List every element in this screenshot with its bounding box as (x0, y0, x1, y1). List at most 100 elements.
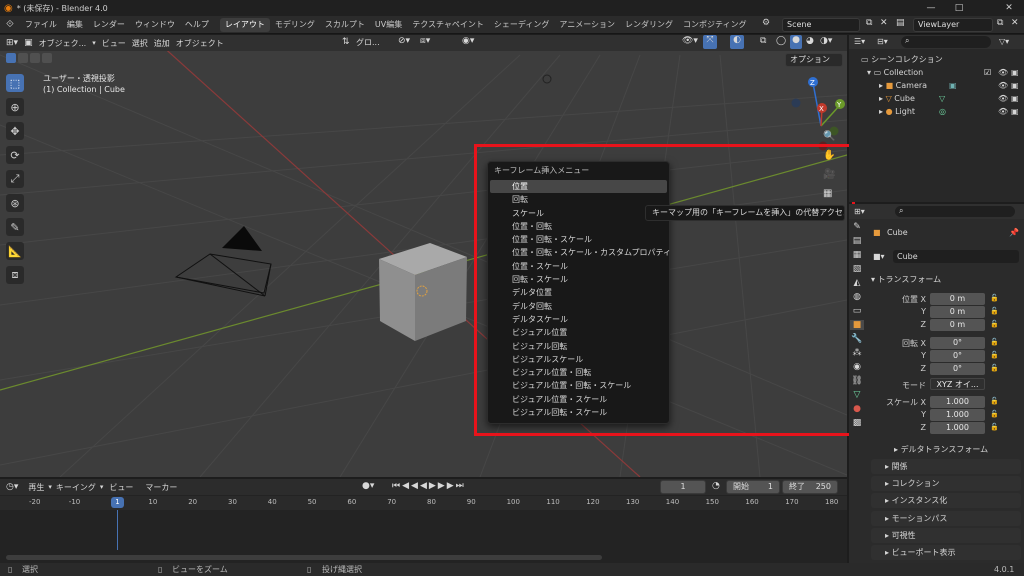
horizontal-scrollbar[interactable] (6, 555, 602, 560)
rotation-y-field[interactable]: 0° (930, 350, 985, 362)
overlay-toggle-icon[interactable]: ◐ (730, 35, 744, 49)
select-extend-icon[interactable] (18, 53, 28, 63)
eye-icon[interactable]: 👁 (998, 105, 1008, 118)
eye-icon[interactable]: 👁 (998, 66, 1008, 79)
scene-selector[interactable]: Scene (782, 18, 860, 32)
rotation-z-field[interactable]: 0° (930, 363, 985, 375)
rotate-tool-icon[interactable]: ⟳ (6, 146, 24, 164)
tab-compositing[interactable]: コンポジティング (678, 18, 752, 32)
tool-tab-icon[interactable]: ✎ (853, 222, 861, 232)
zoom-icon[interactable]: 🔍 (823, 131, 835, 142)
marker-menu[interactable]: マーカー (139, 482, 183, 493)
playback-controls[interactable]: ⏮◀◀◀▶▶▶⏭ (392, 481, 466, 491)
cube-row[interactable]: ▸ ▽ Cube ▽ 👁 ▣ (853, 92, 1024, 105)
render-tab-icon[interactable]: ▤ (853, 236, 862, 246)
rotation-mode-dropdown[interactable]: XYZ オイ... (930, 378, 985, 390)
blender-menu-icon[interactable]: ⟐ (0, 19, 20, 30)
delete-scene-icon[interactable]: ✕ (880, 18, 888, 28)
add-cube-tool-icon[interactable]: ⧈ (6, 266, 24, 284)
rotation-x-field[interactable]: 0° (930, 337, 985, 349)
tab-layout[interactable]: レイアウト (219, 17, 270, 32)
maximize-icon[interactable]: □ (946, 0, 972, 16)
camera-render-icon[interactable]: ▣ (1011, 105, 1019, 118)
menu-window[interactable]: ウィンドウ (130, 19, 180, 30)
transform-section-header[interactable]: ▾ トランスフォーム (871, 272, 1021, 287)
delta-transform-section[interactable]: ▸ デルタトランスフォーム (880, 442, 1020, 457)
select-invert-icon[interactable] (42, 53, 52, 63)
properties-search-input[interactable]: ⌕ (895, 206, 1015, 217)
delete-view-layer-icon[interactable]: ✕ (1011, 18, 1019, 28)
menu-file[interactable]: ファイル (20, 19, 62, 30)
close-icon[interactable]: ✕ (996, 0, 1022, 16)
snap-icon[interactable]: ⧈▾ (420, 36, 430, 46)
lock-icon[interactable]: 🔓 (990, 364, 999, 372)
lock-icon[interactable]: 🔓 (990, 410, 999, 418)
end-frame-field[interactable]: 終了 250 (782, 480, 838, 494)
display-mode-icon[interactable]: ⊟▾ (877, 37, 888, 46)
playhead-handle[interactable]: 1 (111, 497, 124, 508)
shading-material-icon[interactable]: ◕ (806, 36, 814, 46)
instancing-section[interactable]: ▸ インスタンス化 (871, 493, 1021, 508)
record-icon[interactable]: ●▾ (362, 481, 374, 491)
camera-render-icon[interactable]: ▣ (1011, 92, 1019, 105)
lock-icon[interactable]: 🔓 (990, 320, 999, 328)
location-z-field[interactable]: 0 m (930, 319, 985, 331)
pivot-icon[interactable]: ⊘▾ (398, 36, 410, 46)
relations-section[interactable]: ▸ 関係 (871, 459, 1021, 474)
current-frame-field[interactable]: 1 (660, 480, 706, 494)
lock-icon[interactable]: 🔓 (990, 351, 999, 359)
light-row[interactable]: ▸ ● Light ◎ 👁 ▣ (853, 105, 1024, 118)
lock-icon[interactable]: 🔓 (990, 338, 999, 346)
outliner-search-input[interactable]: ⌕ (901, 36, 991, 48)
scale-z-field[interactable]: 1.000 (930, 422, 985, 434)
shading-solid-icon[interactable]: ● (790, 35, 802, 49)
cursor-tool-icon[interactable]: ⊕ (6, 98, 24, 116)
collections-section[interactable]: ▸ コレクション (871, 476, 1021, 491)
lock-icon[interactable]: 🔓 (990, 397, 999, 405)
select-subtract-icon[interactable] (30, 53, 40, 63)
menu-edit[interactable]: 編集 (62, 19, 88, 30)
outliner-editor-icon[interactable]: ☰▾ (854, 37, 865, 46)
tab-sculpt[interactable]: スカルプト (320, 18, 370, 32)
object-name-field[interactable]: Cube (893, 250, 1019, 263)
shading-wireframe-icon[interactable]: ◯ (776, 36, 786, 46)
tab-uv-edit[interactable]: UV編集 (370, 18, 407, 32)
camera-render-icon[interactable]: ▣ (1011, 66, 1019, 79)
shading-rendered-icon[interactable]: ◑▾ (820, 36, 832, 46)
tab-modeling[interactable]: モデリング (270, 18, 320, 32)
lock-icon[interactable]: 🔓 (990, 294, 999, 302)
light-data-icon[interactable]: ◎ (939, 105, 946, 118)
move-tool-icon[interactable]: ✥ (6, 122, 24, 140)
visibility-icon[interactable]: 👁▾ (682, 36, 698, 46)
eye-icon[interactable]: 👁 (998, 79, 1008, 92)
tab-texture-paint[interactable]: テクスチャペイント (407, 18, 489, 32)
filter-icon[interactable]: ▽▾ (999, 37, 1009, 46)
menu-help[interactable]: ヘルプ (180, 19, 214, 30)
playback-menu[interactable]: 再生 (24, 482, 48, 493)
transform-orientation-icon[interactable]: ⇅ (342, 37, 350, 47)
select-box-tool-icon[interactable]: ⬚ (6, 74, 24, 92)
measure-tool-icon[interactable]: 📐 (6, 242, 24, 260)
menu-view[interactable]: ビュー (102, 38, 126, 49)
editor-type-icon[interactable]: ⊞▾ (6, 38, 18, 48)
minimize-icon[interactable]: — (918, 0, 944, 16)
scene-collection-row[interactable]: ▭ シーンコレクション (853, 53, 1024, 66)
menu-object[interactable]: オブジェクト (176, 38, 224, 49)
pin-icon[interactable]: 📌 (1009, 228, 1019, 237)
lock-icon[interactable]: 🔓 (990, 423, 999, 431)
scene-icon[interactable]: ⚙ (762, 18, 770, 28)
keying-menu[interactable]: キーイング (52, 482, 100, 493)
menu-add[interactable]: 追加 (154, 38, 170, 49)
menu-render[interactable]: レンダー (88, 19, 130, 30)
viewport-display-section[interactable]: ▸ ビューポート表示 (871, 545, 1021, 560)
checkbox-icon[interactable]: ☑ (984, 66, 991, 79)
transform-tool-icon[interactable]: ⊛ (6, 194, 24, 212)
properties-editor-icon[interactable]: ⊞▾ (854, 207, 865, 216)
location-y-field[interactable]: 0 m (930, 306, 985, 318)
tab-shading[interactable]: シェーディング (489, 18, 554, 32)
gizmo-toggle-icon[interactable]: ⤧ (703, 35, 717, 49)
visibility-section[interactable]: ▸ 可視性 (871, 528, 1021, 543)
menu-select[interactable]: 選択 (132, 38, 148, 49)
scene-tab-icon[interactable]: ◭ (854, 278, 861, 288)
start-frame-field[interactable]: 開始 1 (726, 480, 780, 494)
